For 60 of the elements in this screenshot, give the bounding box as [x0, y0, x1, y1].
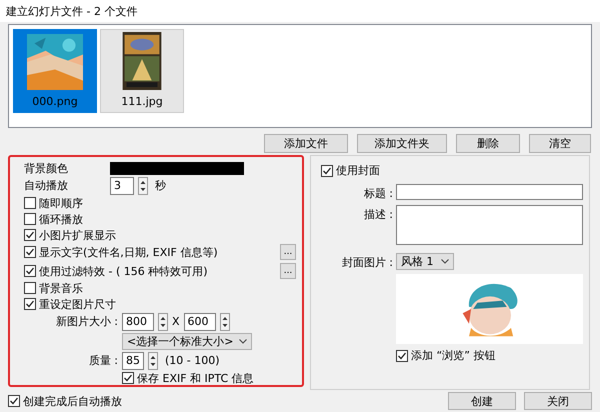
toolbar-button[interactable]: 删除: [456, 134, 520, 153]
checkbox-option[interactable]: 重设定图片尺寸: [24, 296, 116, 312]
window-title: 建立幻灯片文件 - 2 个文件: [6, 5, 138, 18]
file-name: 111.jpg: [121, 95, 163, 108]
toolbar-button[interactable]: 清空: [529, 134, 591, 153]
more-button[interactable]: ...: [280, 263, 296, 279]
field-label: 描述 :: [362, 207, 393, 222]
checkbox[interactable]: [24, 265, 36, 277]
checkbox-option[interactable]: 创建完成后自动播放: [8, 394, 122, 408]
checkbox[interactable]: [321, 164, 333, 176]
more-button[interactable]: ...: [280, 244, 296, 260]
toolbar-button[interactable]: 添加文件夹: [357, 134, 447, 153]
spin-icon[interactable]: [158, 312, 168, 331]
checkbox-option[interactable]: 使用封面: [321, 163, 380, 178]
height-field[interactable]: 600: [184, 312, 216, 331]
chevron-down-icon: [441, 259, 449, 264]
description-field[interactable]: [396, 205, 583, 245]
width-field[interactable]: 800: [122, 312, 154, 331]
field-label: 自动播放: [24, 178, 69, 193]
unit-label: (10 - 100): [165, 354, 220, 367]
color-swatch[interactable]: [110, 162, 244, 174]
style-dropdown[interactable]: 风格 1: [396, 253, 454, 270]
checkbox[interactable]: [8, 395, 20, 407]
checkbox[interactable]: [396, 350, 408, 362]
spin-icon[interactable]: [138, 176, 148, 194]
times-sign: X: [172, 315, 180, 328]
checkbox[interactable]: [24, 197, 36, 209]
checkbox-option[interactable]: 保存 EXIF 和 IPTC 信息: [122, 370, 254, 386]
toolbar-button[interactable]: 添加文件: [264, 134, 348, 153]
field-label: 标题 :: [362, 186, 393, 201]
checkbox-option[interactable]: 添加 “浏览” 按钮: [396, 348, 496, 363]
checkbox-option[interactable]: 随即顺序: [24, 196, 83, 210]
file-thumbnail[interactable]: 111.jpg: [100, 29, 184, 113]
number-field[interactable]: 85: [122, 352, 144, 370]
spin-icon[interactable]: [148, 352, 158, 370]
checkbox[interactable]: [24, 229, 36, 241]
dialog-button[interactable]: 关闭: [524, 392, 592, 410]
chevron-down-icon: [239, 338, 248, 344]
field-label: 封面图片 :: [340, 255, 393, 270]
field-label: 新图片大小 :: [54, 314, 118, 330]
checkbox-option[interactable]: 背景音乐: [24, 280, 83, 296]
checkbox[interactable]: [24, 213, 36, 225]
checkbox-option[interactable]: 小图片扩展显示: [24, 228, 116, 242]
field-label: 背景颜色: [24, 160, 69, 176]
unit-label: 秒: [155, 178, 166, 193]
checkbox[interactable]: [24, 298, 36, 310]
checkbox[interactable]: [24, 246, 36, 258]
size-dropdown[interactable]: <选择一个标准大小>: [122, 332, 252, 350]
checkbox[interactable]: [122, 372, 134, 384]
checkbox[interactable]: [24, 282, 36, 294]
file-name: 000.png: [32, 95, 78, 108]
spin-icon[interactable]: [220, 312, 230, 331]
checkbox-option[interactable]: 使用过滤特效 - ( 156 种特效可用): [24, 264, 208, 278]
file-thumbnail[interactable]: 000.png: [13, 29, 97, 113]
checkbox-option[interactable]: 显示文字(文件名,日期, EXIF 信息等): [24, 244, 218, 260]
field-label: 质量 :: [88, 353, 118, 368]
number-field[interactable]: 3: [110, 176, 134, 194]
checkbox-option[interactable]: 循环播放: [24, 212, 83, 226]
dialog-button[interactable]: 创建: [448, 392, 516, 410]
title-field[interactable]: [396, 184, 583, 200]
